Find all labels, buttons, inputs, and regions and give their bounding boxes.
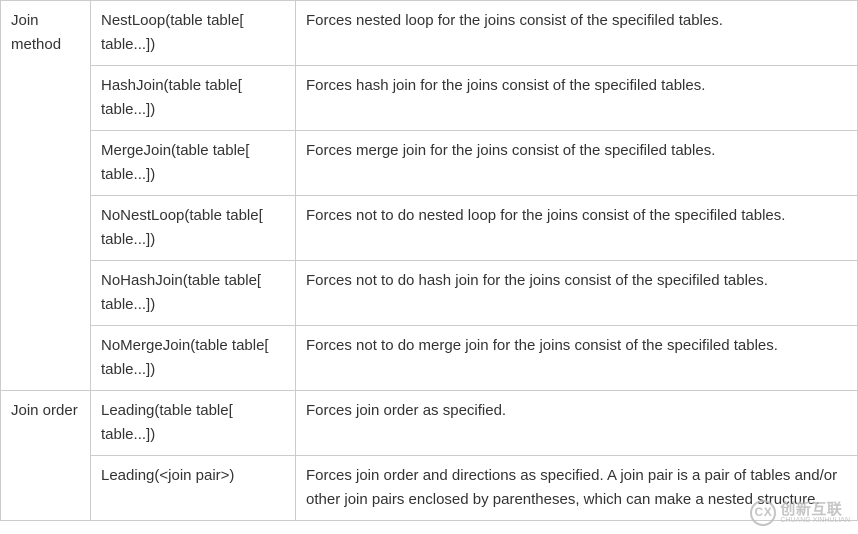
description-cell: Forces join order as specified. xyxy=(296,391,858,456)
hint-cell: HashJoin(table table[ table...]) xyxy=(91,66,296,131)
table-row: NoHashJoin(table table[ table...]) Force… xyxy=(1,261,858,326)
hint-cell: MergeJoin(table table[ table...]) xyxy=(91,131,296,196)
table-row: Join method NestLoop(table table[ table.… xyxy=(1,1,858,66)
hint-cell: Leading(<join pair>) xyxy=(91,456,296,521)
description-cell: Forces not to do merge join for the join… xyxy=(296,326,858,391)
table-row: NoNestLoop(table table[ table...]) Force… xyxy=(1,196,858,261)
description-cell: Forces merge join for the joins consist … xyxy=(296,131,858,196)
table-row: Leading(<join pair>) Forces join order a… xyxy=(1,456,858,521)
category-cell: Join method xyxy=(1,1,91,391)
category-cell: Join order xyxy=(1,391,91,521)
description-cell: Forces not to do hash join for the joins… xyxy=(296,261,858,326)
table-row: MergeJoin(table table[ table...]) Forces… xyxy=(1,131,858,196)
watermark-subtext: CHUANG XINHULIAN xyxy=(780,517,850,524)
watermark: CX 创新互联 CHUANG XINHULIAN xyxy=(750,500,850,526)
hint-cell: NoNestLoop(table table[ table...]) xyxy=(91,196,296,261)
description-cell: Forces hash join for the joins consist o… xyxy=(296,66,858,131)
description-cell: Forces not to do nested loop for the joi… xyxy=(296,196,858,261)
hint-cell: Leading(table table[ table...]) xyxy=(91,391,296,456)
watermark-logo-icon: CX xyxy=(750,500,776,526)
hint-cell: NoMergeJoin(table table[ table...]) xyxy=(91,326,296,391)
table-row: Join order Leading(table table[ table...… xyxy=(1,391,858,456)
table-row: HashJoin(table table[ table...]) Forces … xyxy=(1,66,858,131)
description-cell: Forces nested loop for the joins consist… xyxy=(296,1,858,66)
table-row: NoMergeJoin(table table[ table...]) Forc… xyxy=(1,326,858,391)
hints-table: Join method NestLoop(table table[ table.… xyxy=(0,0,858,521)
watermark-text: 创新互联 xyxy=(780,502,850,517)
hint-cell: NoHashJoin(table table[ table...]) xyxy=(91,261,296,326)
hint-cell: NestLoop(table table[ table...]) xyxy=(91,1,296,66)
